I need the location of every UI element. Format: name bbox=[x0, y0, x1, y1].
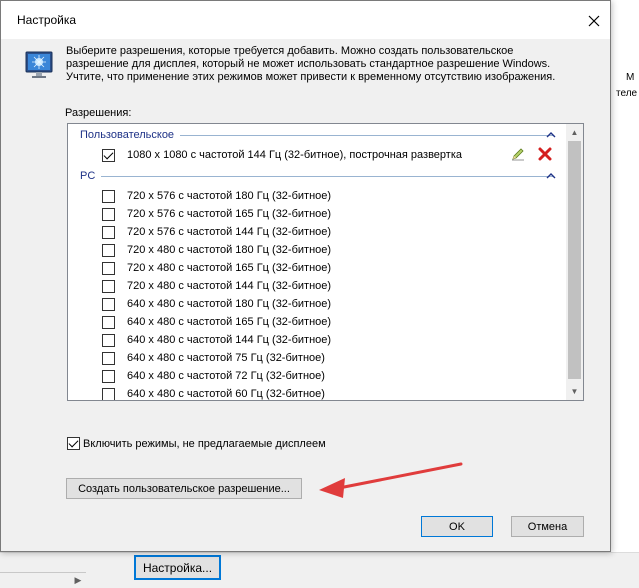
resolution-label: 640 x 480 с частотой 60 Гц (32-битное) bbox=[127, 388, 325, 400]
list-item[interactable]: 720 x 576 с частотой 165 Гц (32-битное) bbox=[102, 205, 331, 223]
list-item[interactable]: 720 x 480 с частотой 180 Гц (32-битное) bbox=[102, 241, 331, 259]
resolution-label: 640 x 480 с частотой 144 Гц (32-битное) bbox=[127, 334, 332, 346]
enable-modes-checkbox[interactable] bbox=[67, 437, 80, 450]
collapse-icon[interactable] bbox=[546, 172, 556, 180]
edit-icon[interactable] bbox=[510, 146, 526, 162]
checkbox[interactable] bbox=[102, 207, 115, 221]
list-item[interactable]: 720 x 480 с частотой 144 Гц (32-битное) bbox=[102, 277, 331, 295]
checkbox[interactable] bbox=[102, 225, 115, 239]
checkbox[interactable] bbox=[102, 243, 115, 257]
group-title: Пользовательское bbox=[80, 129, 175, 141]
resolution-label: 720 x 576 с частотой 165 Гц (32-битное) bbox=[127, 208, 332, 220]
checkbox[interactable] bbox=[102, 315, 115, 329]
monitor-icon bbox=[25, 51, 53, 78]
checkbox[interactable] bbox=[102, 369, 115, 383]
scroll-down-icon[interactable]: ▼ bbox=[566, 383, 583, 400]
annotation-arrow-icon bbox=[319, 462, 463, 498]
resolution-label: 720 x 480 с частотой 180 Гц (32-битное) bbox=[127, 244, 332, 256]
group-title: PC bbox=[80, 170, 96, 182]
resolution-label: 720 x 576 с частотой 180 Гц (32-битное) bbox=[127, 190, 332, 202]
dialog-title: Настройка bbox=[17, 13, 77, 27]
resolution-label: 720 x 480 с частотой 165 Гц (32-битное) bbox=[127, 262, 332, 274]
description-line: разрешение для дисплея, который не может… bbox=[66, 58, 551, 70]
list-item[interactable]: 1080 x 1080 с частотой 144 Гц (32-битное… bbox=[102, 146, 462, 164]
checkbox[interactable] bbox=[102, 279, 115, 293]
resolution-label: 640 x 480 с частотой 180 Гц (32-битное) bbox=[127, 298, 332, 310]
background-bottom-panel bbox=[0, 552, 639, 588]
resolution-label: 720 x 576 с частотой 144 Гц (32-битное) bbox=[127, 226, 332, 238]
list-item[interactable]: 720 x 480 с частотой 165 Гц (32-битное) bbox=[102, 259, 331, 277]
checkbox[interactable] bbox=[102, 297, 115, 311]
delete-icon[interactable] bbox=[537, 146, 553, 162]
background-text: теле bbox=[616, 88, 638, 99]
checkbox[interactable] bbox=[102, 189, 115, 203]
enable-modes-option[interactable]: Включить режимы, не предлагаемые дисплее… bbox=[67, 437, 326, 450]
create-custom-resolution-button[interactable]: Создать пользовательское разрешение... bbox=[66, 478, 302, 499]
description-line: Учтите, что применение этих режимов може… bbox=[66, 71, 556, 83]
dialog-titlebar[interactable]: Настройка bbox=[1, 1, 610, 39]
resolution-label: 720 x 480 с частотой 144 Гц (32-битное) bbox=[127, 280, 332, 292]
group-header-pc[interactable]: PC bbox=[80, 169, 562, 183]
checkbox[interactable] bbox=[102, 333, 115, 347]
list-item[interactable]: 720 x 576 с частотой 180 Гц (32-битное) bbox=[102, 187, 331, 205]
checkbox[interactable] bbox=[102, 351, 115, 365]
ok-button[interactable]: OK bbox=[421, 516, 493, 537]
list-item[interactable]: 640 x 480 с частотой 60 Гц (32-битное) bbox=[102, 385, 325, 400]
close-icon[interactable] bbox=[584, 11, 604, 31]
list-scrollbar[interactable]: ▲ ▼ bbox=[566, 124, 583, 400]
list-item[interactable]: 720 x 576 с частотой 144 Гц (32-битное) bbox=[102, 223, 331, 241]
resolutions-label: Разрешения: bbox=[65, 107, 132, 119]
list-item[interactable]: 640 x 480 с частотой 75 Гц (32-битное) bbox=[102, 349, 325, 367]
resolution-label: 640 x 480 с частотой 165 Гц (32-битное) bbox=[127, 316, 332, 328]
description-line: Выберите разрешения, которые требуется д… bbox=[66, 45, 514, 57]
checkbox[interactable] bbox=[102, 261, 115, 275]
resolution-label: 640 x 480 с частотой 72 Гц (32-битное) bbox=[127, 370, 325, 382]
collapse-icon[interactable] bbox=[546, 131, 556, 139]
list-item[interactable]: 640 x 480 с частотой 165 Гц (32-битное) bbox=[102, 313, 331, 331]
checkbox[interactable] bbox=[102, 387, 115, 400]
group-divider bbox=[101, 175, 554, 177]
resolution-label: 640 x 480 с частотой 75 Гц (32-битное) bbox=[127, 352, 325, 364]
scrollbar-thumb[interactable] bbox=[568, 141, 581, 379]
resolution-label: 1080 x 1080 с частотой 144 Гц (32-битное… bbox=[127, 149, 463, 161]
group-divider bbox=[180, 134, 554, 136]
enable-modes-label: Включить режимы, не предлагаемые дисплее… bbox=[83, 437, 326, 450]
list-item[interactable]: 640 x 480 с частотой 180 Гц (32-битное) bbox=[102, 295, 331, 313]
customize-dialog: Настройка Выберите разрешения, которые т… bbox=[0, 0, 611, 552]
cancel-button[interactable]: Отмена bbox=[511, 516, 584, 537]
background-settings-button[interactable]: Настройка... bbox=[134, 555, 221, 580]
list-item[interactable]: 640 x 480 с частотой 144 Гц (32-битное) bbox=[102, 331, 331, 349]
list-item[interactable]: 640 x 480 с частотой 72 Гц (32-битное) bbox=[102, 367, 325, 385]
scroll-right-icon[interactable]: ▶ bbox=[70, 572, 86, 588]
group-header-custom[interactable]: Пользовательское bbox=[80, 128, 562, 142]
description-text: Выберите разрешения, которые требуется д… bbox=[66, 45, 586, 84]
checkbox[interactable] bbox=[102, 148, 115, 162]
resolutions-list[interactable]: Пользовательское 1080 x 1080 с частотой … bbox=[67, 123, 584, 401]
background-text: М bbox=[626, 72, 635, 83]
scroll-up-icon[interactable]: ▲ bbox=[566, 124, 583, 141]
